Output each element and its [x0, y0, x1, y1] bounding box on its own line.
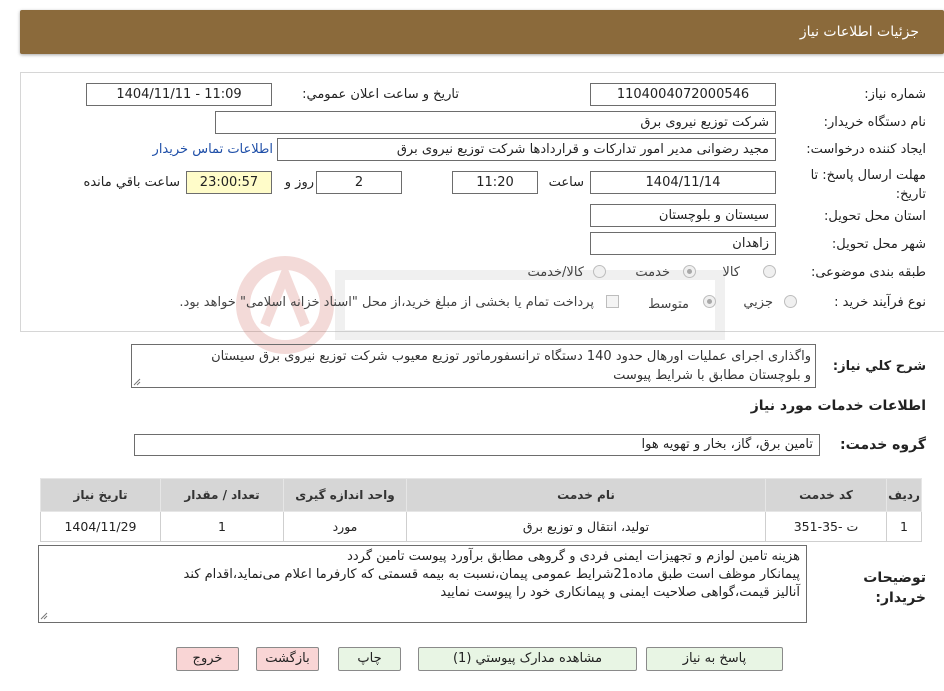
cell-unit: مورد [283, 511, 407, 542]
city-field: زاهدان [590, 232, 776, 255]
requester-label: ایجاد کننده درخواست: [806, 142, 926, 157]
services-section-title: اطلاعات خدمات مورد نیاز [750, 398, 926, 414]
exit-button[interactable]: خروج [176, 647, 239, 671]
process-radio-medium[interactable] [703, 295, 716, 308]
need-number-field: 1104004072000546 [590, 83, 776, 106]
description-line-2: و بلوچستان مطابق با شرایط پیوست [613, 368, 811, 383]
cell-service-name: تولید، انتقال و توزیع برق [406, 511, 766, 542]
category-option-goods: کالا [722, 265, 740, 280]
buyer-notes-label: توضیحات خریدار: [863, 568, 926, 608]
deadline-label: مهلت ارسال پاسخ: تا تاریخ: [810, 168, 926, 202]
treasury-checkbox[interactable] [606, 295, 619, 308]
page-header: جزئیات اطلاعات نیاز [20, 10, 944, 54]
resize-grip-icon[interactable] [133, 378, 141, 386]
process-option-medium: متوسط [648, 297, 689, 312]
buyer-notes-label-line-1: توضیحات [863, 570, 926, 586]
view-attachments-button[interactable]: مشاهده مدارک پیوستي (1) [418, 647, 637, 671]
service-group-label: گروه خدمت: [840, 437, 926, 453]
buyer-contact-link[interactable]: اطلاعات تماس خریدار [153, 142, 273, 157]
cell-row-number: 1 [886, 511, 922, 542]
service-group-field: تامین برق، گاز، بخار و تهویه هوا [134, 434, 820, 456]
days-label: روز و [284, 175, 314, 190]
requester-field: مجید رضوانی مدیر امور تداركات و قرارداده… [277, 138, 776, 161]
cell-quantity: 1 [160, 511, 284, 542]
description-textarea[interactable]: واگذاری اجرای عملیات اورهال حدود 140 دست… [131, 344, 816, 388]
category-radio-goods-service[interactable] [593, 265, 606, 278]
buyer-org-label: نام دستگاه خریدار: [823, 115, 926, 130]
description-line-1: واگذاری اجرای عملیات اورهال حدود 140 دست… [211, 349, 811, 364]
province-label: استان محل تحویل: [824, 209, 926, 224]
back-button[interactable]: بازگشت [256, 647, 319, 671]
buyer-notes-line-3: آنالیز قیمت،گواهی صلاحیت ایمنی و پیمانکا… [440, 585, 800, 600]
buyer-notes-label-line-2: خریدار: [875, 590, 926, 606]
category-option-goods-service: کالا/خدمت [527, 265, 584, 280]
buyer-org-field: شرکت توزیع نیروی برق [215, 111, 776, 134]
category-radio-goods[interactable] [763, 265, 776, 278]
table-row: 1 ت -35-351 تولید، انتقال و توزیع برق مو… [40, 511, 922, 542]
page-title: جزئیات اطلاعات نیاز [799, 24, 919, 40]
category-label: طبقه بندی موضوعی: [810, 265, 926, 280]
cell-service-code: ت -35-351 [765, 511, 887, 542]
announce-date-label: تاریخ و ساعت اعلان عمومي: [302, 87, 459, 102]
col-quantity: تعداد / مقدار [160, 478, 284, 512]
process-type-label: نوع فرآیند خرید : [834, 295, 926, 310]
buyer-notes-line-2: پیمانکار موظف است طبق ماده21شرایط عمومی … [183, 567, 801, 582]
cell-need-date: 1404/11/29 [40, 511, 161, 542]
print-button[interactable]: چاپ [338, 647, 401, 671]
deadline-time-field: 11:20 [452, 171, 538, 194]
announce-date-field: 1404/11/11 - 11:09 [86, 83, 272, 106]
need-number-label: شماره نیاز: [864, 87, 926, 102]
remaining-time-label: ساعت باقي مانده [83, 175, 180, 190]
col-row-number: ردیف [886, 478, 922, 512]
deadline-date-field: 1404/11/14 [590, 171, 776, 194]
col-service-code: کد خدمت [765, 478, 887, 512]
days-remaining-field: 2 [316, 171, 402, 194]
process-radio-minor[interactable] [784, 295, 797, 308]
deadline-time-label: ساعت [548, 175, 584, 190]
province-field: سیستان و بلوچستان [590, 204, 776, 227]
city-label: شهر محل تحویل: [831, 237, 926, 252]
buyer-notes-textarea[interactable]: هزینه تامین لوازم و تجهیزات ایمنی فردی و… [38, 545, 807, 623]
services-table: ردیف کد خدمت نام خدمت واحد اندازه گیری ت… [40, 478, 922, 542]
col-need-date: تاریخ نیاز [40, 478, 161, 512]
notes-resize-grip-icon[interactable] [40, 612, 48, 620]
reply-button[interactable]: پاسخ به نیاز [646, 647, 783, 671]
col-unit: واحد اندازه گیری [283, 478, 407, 512]
buyer-notes-line-1: هزینه تامین لوازم و تجهیزات ایمنی فردی و… [347, 549, 800, 564]
services-table-header: ردیف کد خدمت نام خدمت واحد اندازه گیری ت… [40, 478, 922, 512]
category-option-service: خدمت [635, 265, 670, 280]
description-label: شرح کلي نیاز: [832, 359, 926, 374]
process-option-minor: جزیي [743, 295, 773, 310]
payment-note: پرداخت تمام یا بخشی از مبلغ خرید،از محل … [179, 295, 594, 310]
remaining-time-field: 23:00:57 [186, 171, 272, 194]
category-radio-service[interactable] [683, 265, 696, 278]
col-service-name: نام خدمت [406, 478, 766, 512]
